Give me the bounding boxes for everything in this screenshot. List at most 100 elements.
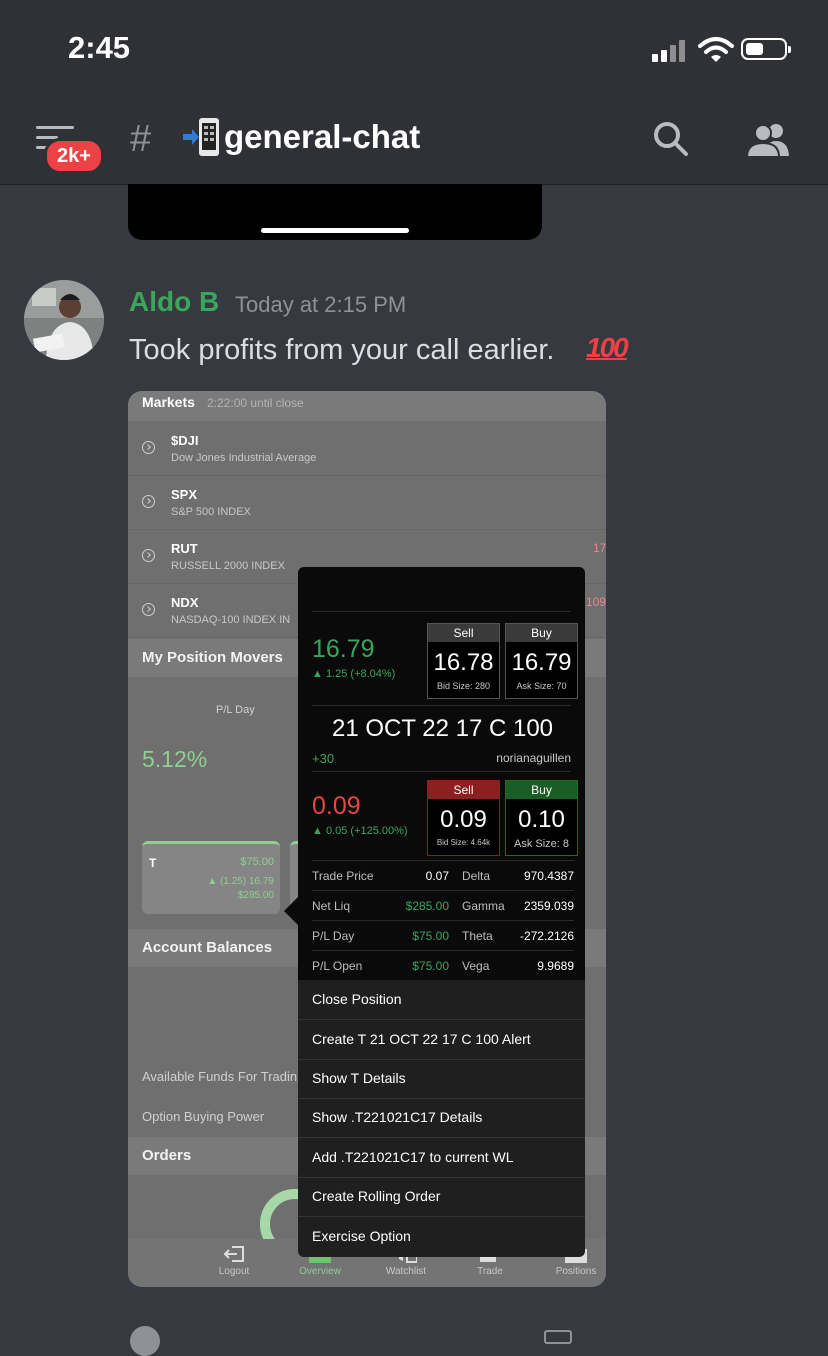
divider	[312, 611, 571, 612]
menu-item-label: Show T Details	[312, 1070, 406, 1086]
market-symbol: $DJI	[171, 433, 199, 448]
greek-value: 9.9689	[537, 959, 574, 973]
home-indicator	[261, 228, 409, 233]
available-funds-label: Available Funds For Tradin	[142, 1069, 298, 1084]
option-change-detail: ▲ 0.05 (+125.00%)	[312, 825, 408, 837]
menu-item-create-alert[interactable]: Create T 21 OCT 22 17 C 100 Alert	[298, 1020, 585, 1060]
buy-price: 0.10	[518, 806, 565, 833]
position-pl: $75.00	[240, 856, 274, 868]
greek-label: Gamma	[462, 899, 505, 913]
market-name: Dow Jones Industrial Average	[171, 452, 317, 464]
unread-badge: 2k+	[44, 138, 104, 174]
option-sell-button[interactable]: Sell 0.09 Bid Size: 4.64k	[427, 780, 500, 856]
sell-label: Sell	[428, 781, 499, 799]
stat-value: $285.00	[405, 899, 449, 913]
market-symbol: SPX	[171, 487, 198, 502]
tab-label: Watchlist	[385, 1266, 427, 1277]
option-change: +30	[312, 751, 335, 766]
stock-buy-button[interactable]: Buy 16.79 Ask Size: 70	[505, 623, 578, 699]
menu-item-create-rolling-order[interactable]: Create Rolling Order	[298, 1177, 585, 1217]
buy-label: Buy	[506, 781, 577, 799]
option-last-price: 0.09	[312, 792, 361, 820]
expand-icon	[142, 495, 155, 508]
search-icon[interactable]	[652, 120, 690, 158]
expand-icon	[142, 441, 155, 454]
status-clock: 2:45	[68, 30, 131, 65]
context-menu: Close Position Create T 21 OCT 22 17 C 1…	[298, 980, 585, 1257]
greek-value: 970.4387	[523, 869, 574, 883]
stats-row: P/L Day $75.00 Theta -272.2126	[312, 920, 574, 950]
tab-label: Positions	[555, 1266, 597, 1277]
stock-last-price: 16.79	[312, 635, 375, 663]
menu-item-label: Create T 21 OCT 22 17 C 100 Alert	[312, 1031, 531, 1047]
sell-label: Sell	[428, 624, 499, 642]
market-value: 17	[593, 541, 606, 555]
stats-row: P/L Open $75.00 Vega 9.9689	[312, 950, 574, 980]
greek-label: Delta	[462, 869, 491, 883]
option-buy-button[interactable]: Buy 0.10 Ask Size: 8	[505, 780, 578, 856]
markets-subtitle: 2:22:00 until close	[207, 396, 304, 410]
stat-label: Net Liq	[312, 899, 351, 913]
markets-header	[128, 391, 606, 421]
menu-item-label: Add .T221021C17 to current WL	[312, 1149, 514, 1165]
section-title: My Position Movers	[142, 649, 283, 666]
message-author[interactable]: Aldo B	[129, 286, 219, 318]
tab-label: Overview	[299, 1266, 341, 1277]
position-value: $285.00	[237, 890, 274, 901]
tab-logout[interactable]: Logout	[194, 1245, 274, 1277]
attachment-screenshot[interactable]: Markets 2:22:00 until close $DJI Dow Jon…	[128, 391, 606, 1287]
wifi-icon	[698, 37, 734, 62]
ask-size: Ask Size: 8	[513, 838, 570, 850]
stock-sell-button[interactable]: Sell 16.78 Bid Size: 280	[427, 623, 500, 699]
expand-icon	[142, 549, 155, 562]
members-icon[interactable]	[746, 122, 790, 158]
buy-label: Buy	[506, 624, 577, 642]
message-timestamp: Today at 2:15 PM	[235, 292, 407, 317]
option-user: norianaguillen	[496, 751, 571, 765]
menu-item-add-to-watchlist[interactable]: Add .T221021C17 to current WL	[298, 1138, 585, 1178]
mobile-phone-arrow-icon	[183, 118, 219, 156]
menu-item-label: Close Position	[312, 991, 402, 1007]
expand-icon	[142, 603, 155, 616]
position-card[interactable]: T $75.00 ▲ (1.25) 16.79 $285.00	[142, 841, 280, 914]
option-buying-power-label: Option Buying Power	[142, 1109, 265, 1124]
stat-value: $75.00	[412, 929, 449, 943]
logout-icon	[223, 1246, 244, 1262]
previous-attachment-image[interactable]	[128, 184, 542, 240]
next-avatar[interactable]	[130, 1326, 160, 1356]
markets-title: Markets	[142, 394, 195, 410]
battery-icon	[741, 38, 791, 60]
market-value: 109	[586, 595, 606, 609]
tab-label: Logout	[218, 1266, 250, 1277]
hundred-points-emoji: 100	[586, 332, 629, 363]
stats-row: Net Liq $285.00 Gamma 2359.039	[312, 890, 574, 920]
menu-item-show-option-details[interactable]: Show .T221021C17 Details	[298, 1098, 585, 1138]
message-text: Took profits from your call earlier.	[129, 334, 555, 366]
greek-value: 2359.039	[523, 899, 574, 913]
menu-item-close-position[interactable]: Close Position	[298, 980, 585, 1020]
stock-change: ▲ 1.25 (+8.04%)	[312, 668, 396, 680]
divider	[312, 771, 571, 772]
menu-item-label: Create Rolling Order	[312, 1188, 441, 1204]
top-bar	[0, 0, 828, 185]
stat-label: Trade Price	[312, 869, 374, 883]
quote-popup: 16.79 ▲ 1.25 (+8.04%) Sell 16.78 Bid Siz…	[298, 567, 585, 980]
sell-price: 16.78	[433, 649, 494, 676]
menu-item-show-t-details[interactable]: Show T Details	[298, 1059, 585, 1099]
next-message-icon	[544, 1330, 572, 1344]
market-symbol: NDX	[171, 595, 199, 610]
stat-value: $75.00	[412, 959, 449, 973]
divider	[312, 705, 571, 706]
menu-item-exercise-option[interactable]: Exercise Option	[298, 1217, 585, 1256]
pl-day-value: 5.12%	[142, 746, 208, 772]
sell-price: 0.09	[440, 806, 487, 833]
channel-hash-icon: #	[130, 118, 152, 160]
avatar[interactable]	[24, 280, 104, 360]
market-row[interactable]: SPX S&P 500 INDEX	[128, 475, 606, 530]
stat-value: 0.07	[425, 869, 449, 883]
greek-label: Vega	[462, 959, 490, 973]
channel-name[interactable]: general-chat	[224, 118, 420, 156]
position-change: ▲ (1.25) 16.79	[207, 876, 274, 887]
bid-size: Bid Size: 280	[436, 681, 491, 691]
market-row[interactable]: $DJI Dow Jones Industrial Average	[128, 421, 606, 476]
